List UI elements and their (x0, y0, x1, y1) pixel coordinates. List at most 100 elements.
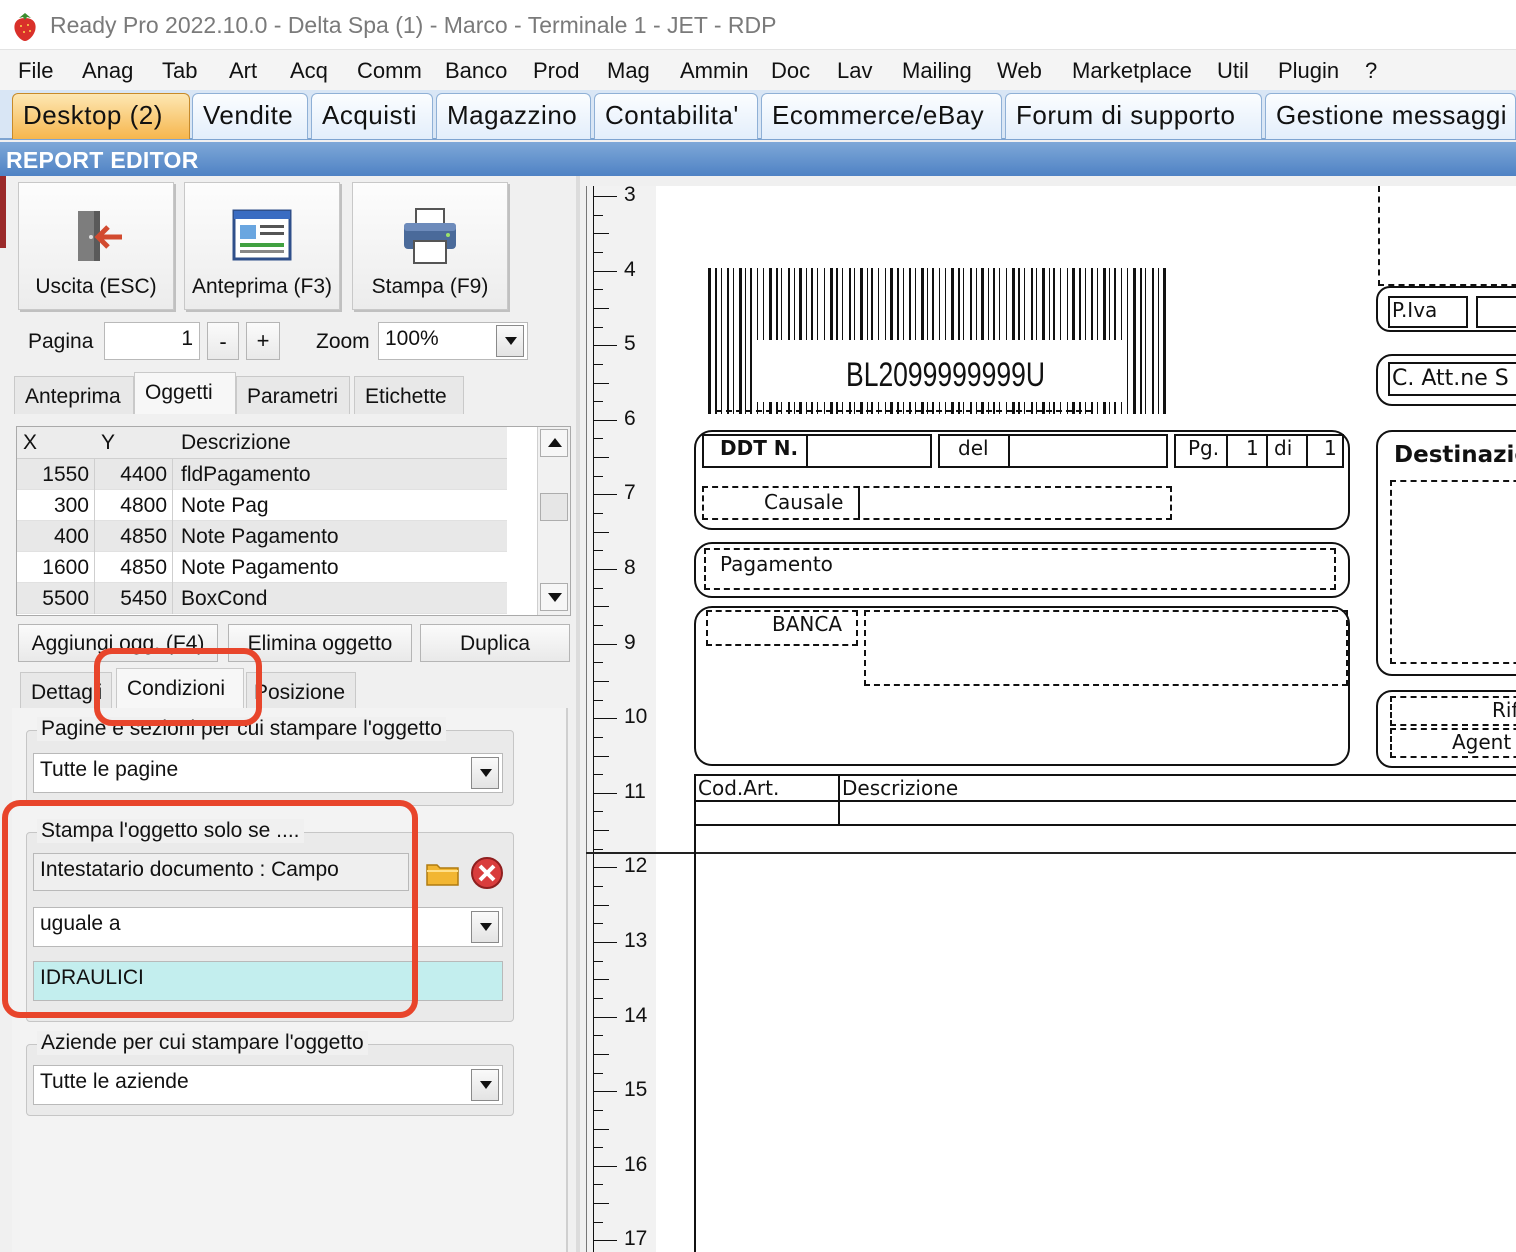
ruler-minor-tick (593, 1109, 603, 1111)
report-editor-header: REPORT EDITOR (0, 142, 1516, 176)
menu-banco[interactable]: Banco (445, 58, 507, 84)
cell-y: 4800 (120, 494, 167, 517)
ruler-number: 15 (624, 1078, 648, 1102)
menu-mag[interactable]: Mag (607, 58, 650, 84)
ruler-minor-tick (593, 624, 603, 626)
menu-comm[interactable]: Comm (357, 58, 422, 84)
condition-operator-select[interactable]: uguale a (33, 907, 503, 947)
page-next-button[interactable]: + (246, 322, 280, 360)
companies-dropdown-arrow-icon[interactable] (471, 1069, 499, 1101)
menu-util[interactable]: Util (1217, 58, 1249, 84)
companies-select[interactable]: Tutte le aziende (33, 1065, 503, 1105)
menu-help[interactable]: ? (1365, 58, 1377, 84)
condition-field-input[interactable]: Intestatario documento : Campo (33, 853, 409, 891)
menu-web[interactable]: Web (997, 58, 1042, 84)
table-scrollbar[interactable] (537, 427, 570, 615)
page-number-input[interactable]: 1 (104, 322, 200, 360)
table-row[interactable]: 1550 4400 fldPagamento (17, 459, 507, 490)
articles-column-separator (838, 774, 840, 826)
ruler-major-tick (593, 270, 617, 272)
table-row[interactable]: 5500 5450 BoxCond (17, 583, 507, 614)
exit-button[interactable]: Uscita (ESC) (18, 182, 174, 310)
zoom-dropdown-arrow-icon[interactable] (496, 325, 524, 357)
ruler-minor-tick (593, 848, 603, 850)
menu-marketplace[interactable]: Marketplace (1072, 58, 1192, 84)
ruler-minor-tick (593, 307, 609, 309)
add-object-button[interactable]: Aggiungi ogg. (F4) (18, 624, 218, 662)
ruler-major-tick (593, 569, 617, 570)
tab-ecommerce[interactable]: Ecommerce/eBay (761, 93, 1002, 139)
tab-vendite[interactable]: Vendite (192, 93, 308, 139)
tab-etichette[interactable]: Etichette (354, 376, 464, 414)
tab-desktop[interactable]: Desktop (2) (12, 93, 190, 139)
ruler-minor-tick (593, 904, 609, 906)
rif-label: Rif (1492, 698, 1516, 722)
ruler-major-tick (593, 494, 617, 496)
intestatario-box (1378, 186, 1516, 286)
print-button[interactable]: Stampa (F9) (352, 182, 508, 310)
articles-table-divider (694, 800, 1516, 802)
ruler-minor-tick (593, 382, 609, 384)
preview-button[interactable]: Anteprima (F3) (184, 182, 340, 310)
tab-anteprima[interactable]: Anteprima (14, 376, 134, 414)
table-row[interactable]: 300 4800 Note Pag (17, 490, 507, 521)
scroll-thumb[interactable] (540, 493, 568, 521)
strawberry-app-icon (14, 13, 36, 41)
menu-tab[interactable]: Tab (162, 58, 197, 84)
operator-dropdown-arrow-icon[interactable] (471, 911, 499, 943)
tab-oggetti[interactable]: Oggetti (134, 372, 236, 414)
column-header-descrizione[interactable]: Descrizione (181, 431, 291, 455)
ruler-number: 6 (624, 406, 636, 430)
tab-gestione-messaggi[interactable]: Gestione messaggi (1265, 93, 1516, 139)
menu-doc[interactable]: Doc (771, 58, 810, 84)
pages-dropdown-arrow-icon[interactable] (471, 757, 499, 789)
ruler-minor-tick (593, 886, 603, 888)
pages-select[interactable]: Tutte le pagine (33, 753, 503, 793)
tab-forum[interactable]: Forum di supporto (1005, 93, 1262, 139)
table-header: X Y Descrizione (17, 427, 507, 459)
delete-object-button[interactable]: Elimina oggetto (228, 624, 412, 662)
objects-table[interactable]: X Y Descrizione 1550 4400 fldPagamento 3… (16, 426, 571, 616)
duplicate-button[interactable]: Duplica (420, 624, 570, 662)
folder-icon[interactable] (425, 857, 461, 889)
menu-plugin[interactable]: Plugin (1278, 58, 1339, 84)
column-header-y[interactable]: Y (101, 431, 115, 455)
left-panel: Uscita (ESC) Anteprima (F3) Stampa (F9) … (6, 176, 580, 1252)
scroll-up-arrow-icon[interactable] (540, 429, 568, 457)
menu-ammin[interactable]: Ammin (680, 58, 748, 84)
tab-acquisti[interactable]: Acquisti (311, 93, 433, 139)
menu-file[interactable]: File (18, 58, 53, 84)
pg-separator (1226, 434, 1228, 468)
column-header-x[interactable]: X (23, 431, 37, 455)
tab-posizione[interactable]: Posizione (246, 672, 356, 710)
menu-lav[interactable]: Lav (837, 58, 872, 84)
piva-value-box (1476, 296, 1516, 328)
ruler-minor-tick (593, 457, 609, 459)
ruler-minor-tick (593, 531, 609, 533)
page-prev-button[interactable]: - (207, 322, 239, 360)
scroll-down-arrow-icon[interactable] (540, 583, 568, 611)
clear-condition-icon[interactable] (469, 855, 505, 891)
table-row[interactable]: 400 4850 Note Pagamento (17, 521, 507, 552)
tab-parametri[interactable]: Parametri (236, 376, 350, 414)
menu-prod[interactable]: Prod (533, 58, 579, 84)
tab-dettagli[interactable]: Dettagli (20, 672, 112, 710)
tab-contabilita[interactable]: Contabilita' (594, 93, 758, 139)
ruler-number: 13 (624, 929, 648, 952)
report-canvas[interactable]: BL2099999999U P.Iva C. Att.ne S DDT N. d… (656, 186, 1516, 1252)
menu-acq[interactable]: Acq (290, 58, 328, 84)
table-row[interactable]: 1600 4850 Note Pagamento (17, 552, 507, 583)
menu-art[interactable]: Art (229, 58, 257, 84)
agent-label: Agent (1452, 730, 1512, 754)
menu-mailing[interactable]: Mailing (902, 58, 972, 84)
cell-descrizione: fldPagamento (181, 463, 311, 486)
preview-button-label: Anteprima (F3) (191, 275, 333, 298)
ruler-major-tick (593, 345, 617, 347)
tab-magazzino[interactable]: Magazzino (436, 93, 591, 139)
ruler-major-tick (593, 792, 617, 794)
cell-descrizione: BoxCond (181, 587, 268, 610)
tab-condizioni[interactable]: Condizioni (116, 668, 244, 710)
ruler-minor-tick (593, 736, 603, 738)
menu-anag[interactable]: Anag (82, 58, 133, 84)
condition-value-input[interactable]: IDRAULICI (33, 961, 503, 1001)
